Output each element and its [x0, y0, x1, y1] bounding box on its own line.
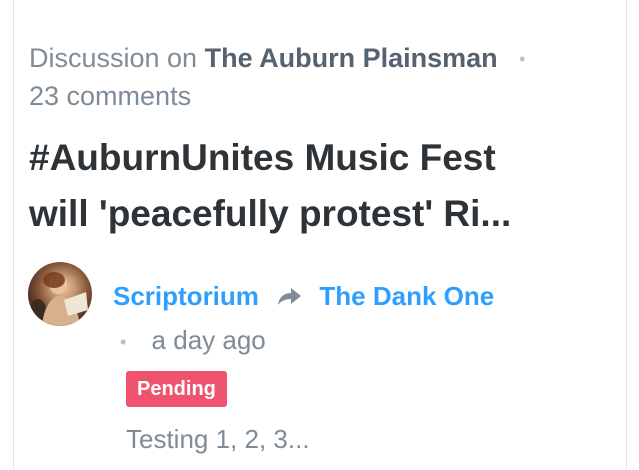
- meta-separator: •: [519, 49, 526, 70]
- author-name[interactable]: Scriptorium: [113, 281, 259, 311]
- thread-title-line-2: will 'peacefully protest' Ri...: [29, 193, 512, 234]
- avatar-image: [28, 272, 88, 326]
- discussion-prefix: Discussion on: [29, 43, 198, 73]
- reply-arrow-icon: [276, 280, 302, 316]
- thread-title-line-1: #AuburnUnites Music Fest: [29, 137, 496, 178]
- avatar[interactable]: [28, 262, 92, 326]
- comment-text: Testing 1, 2, 3...: [126, 424, 310, 454]
- discussion-meta: Discussion on The Auburn Plainsman • 23 …: [29, 40, 589, 115]
- reply-to-name[interactable]: The Dank One: [319, 281, 494, 311]
- forum-link[interactable]: The Auburn Plainsman: [205, 43, 498, 73]
- comment-authors: Scriptorium The Dank One: [113, 278, 494, 316]
- comment-count[interactable]: 23 comments: [29, 81, 191, 111]
- thread-title[interactable]: #AuburnUnites Music Fest will 'peacefull…: [29, 130, 589, 242]
- timestamp[interactable]: a day ago: [152, 325, 266, 355]
- time-separator: •: [120, 332, 127, 353]
- status-badge: Pending: [126, 371, 227, 407]
- comment-time: • a day ago: [120, 322, 266, 360]
